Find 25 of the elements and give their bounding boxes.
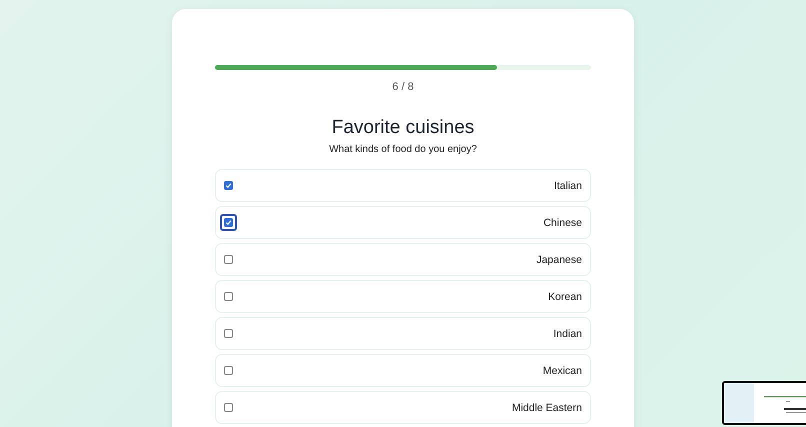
option-row[interactable]: Middle Eastern (215, 391, 591, 424)
checkbox[interactable] (224, 255, 233, 264)
step-counter: 6 / 8 (391, 81, 415, 93)
checkbox[interactable] (224, 292, 233, 301)
question-subtitle: What kinds of food do you enjoy? (328, 144, 478, 155)
option-label: Korean (548, 290, 582, 302)
checkbox[interactable] (224, 181, 233, 190)
checkbox[interactable] (224, 218, 233, 227)
option-row[interactable]: Korean (215, 280, 591, 313)
option-row[interactable]: Chinese (215, 206, 591, 239)
option-label: Indian (553, 328, 582, 340)
question-title: Favorite cuisines (330, 117, 476, 139)
option-label: Italian (554, 180, 582, 192)
option-label: Middle Eastern (512, 402, 582, 414)
checkbox[interactable] (224, 329, 233, 338)
thumbnail-preview-drawing[interactable] (722, 381, 806, 425)
option-row[interactable]: Japanese (215, 243, 591, 276)
checkbox[interactable] (224, 403, 233, 412)
option-label: Japanese (536, 254, 582, 266)
checkbox[interactable] (224, 366, 233, 375)
option-row[interactable]: Italian (215, 169, 591, 202)
option-label: Mexican (542, 364, 582, 376)
option-label: Chinese (543, 216, 582, 228)
option-row[interactable]: Indian (215, 317, 591, 350)
option-row[interactable]: Mexican (215, 354, 591, 387)
